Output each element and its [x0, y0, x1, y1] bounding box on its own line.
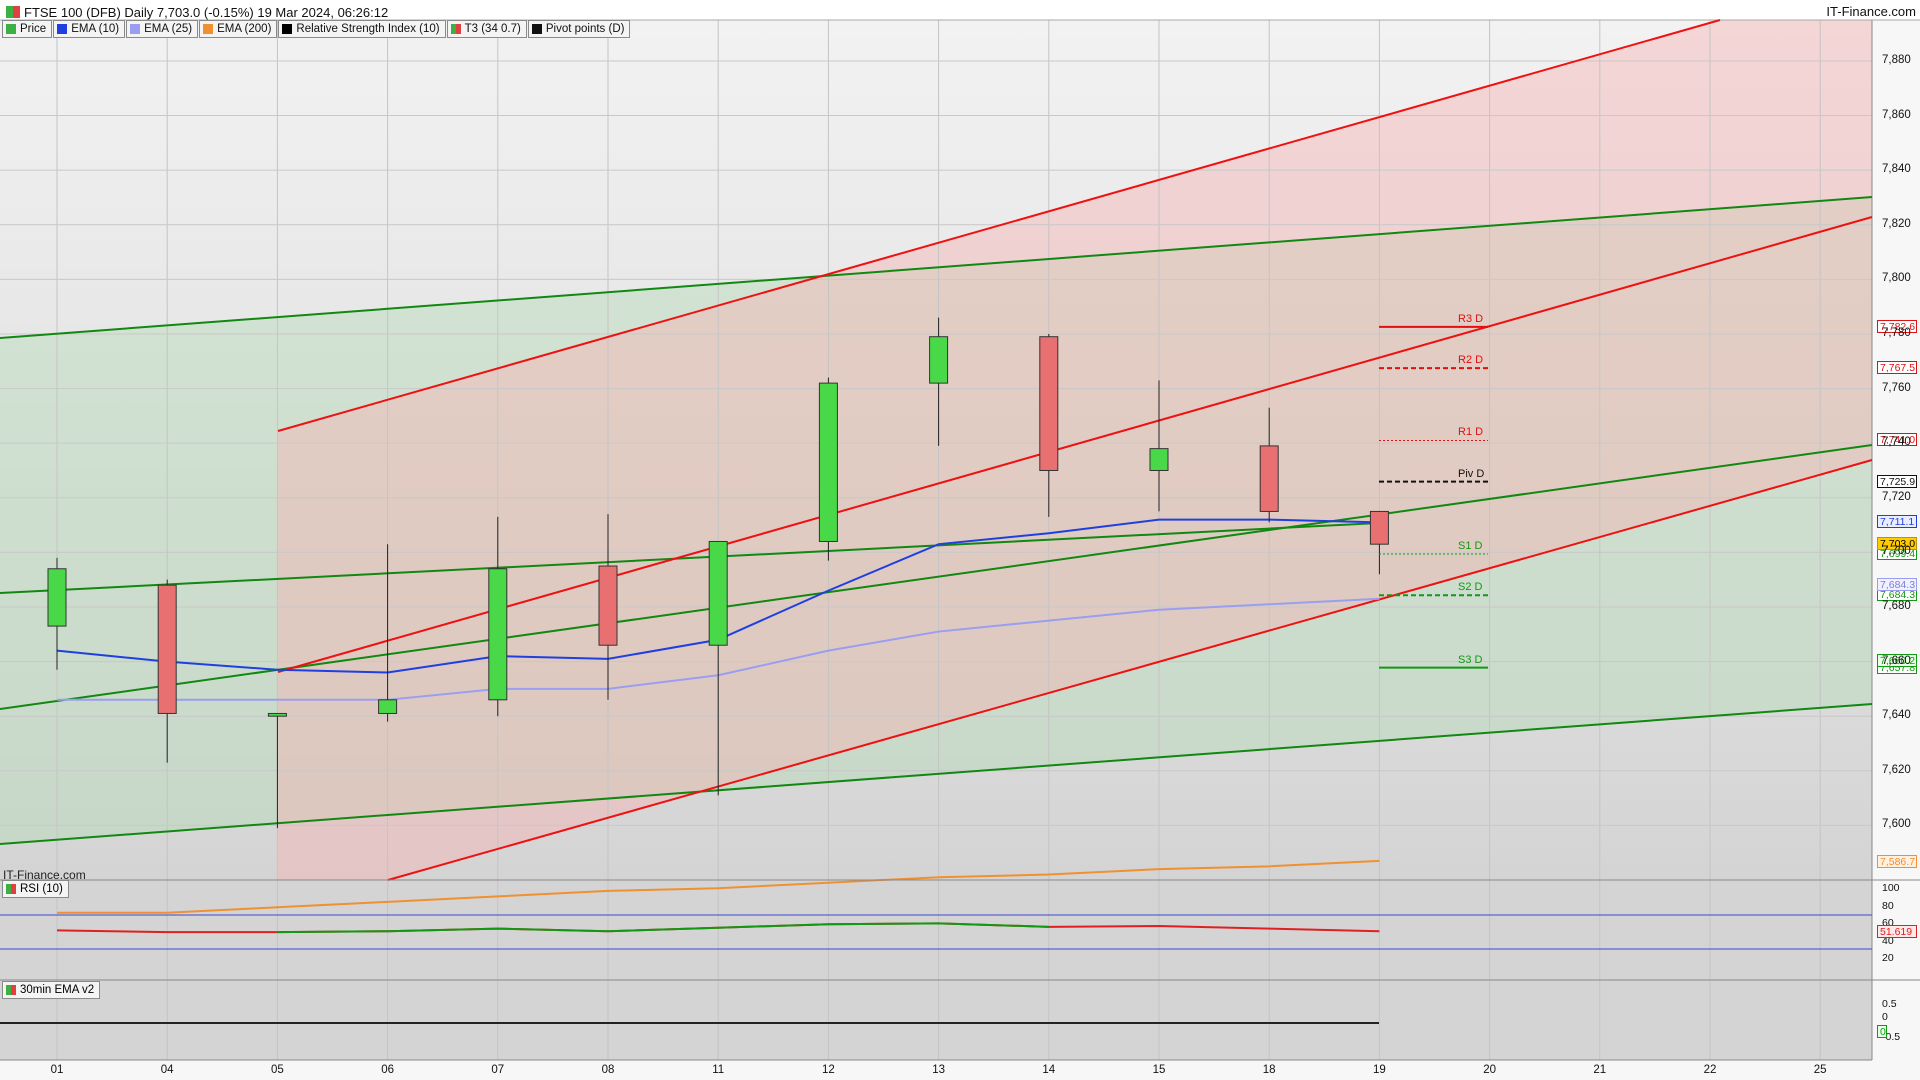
candle-up [708, 540, 728, 646]
time-axis [0, 1060, 1920, 1080]
rsi-pane-legend[interactable]: RSI (10) [2, 880, 69, 898]
ema25-badge: 7,684.3 [1877, 578, 1917, 592]
rsi-tick-label: 20 [1882, 952, 1894, 965]
date-tick-label: 20 [1483, 1064, 1496, 1076]
legend-label: Pivot points (D) [545, 23, 625, 35]
rsi-badge: 51.619 [1877, 924, 1917, 938]
price-tick-label: 7,860 [1882, 108, 1911, 121]
t3-icon [450, 24, 461, 34]
legend-label: Price [20, 23, 47, 35]
chart-canvas[interactable] [0, 0, 1920, 1080]
pivot-label: R1 D [1458, 426, 1484, 439]
date-tick-label: 08 [601, 1064, 615, 1076]
date-tick-label: 05 [270, 1064, 284, 1076]
date-tick-label: 21 [1593, 1064, 1607, 1076]
price-tick-label: 7,660 [1882, 654, 1911, 667]
date-tick-label: 22 [1703, 1064, 1717, 1076]
price-tick-label: 7,720 [1882, 490, 1911, 503]
price-tick-label: 7,620 [1882, 763, 1911, 776]
candle-up [378, 699, 398, 714]
pivot-badge: 7,725.9 [1877, 474, 1917, 488]
price-tick-label: 7,820 [1882, 217, 1911, 230]
price-tick-label: 7,680 [1882, 599, 1911, 612]
legend-item[interactable]: EMA (10) [53, 20, 126, 38]
candle-icon [6, 24, 16, 34]
date-tick-label: 25 [1813, 1064, 1827, 1076]
price-tick-label: 7,740 [1882, 436, 1911, 449]
legend-bar: Price EMA (10) EMA (25) EMA (200) Relative S… [2, 20, 631, 38]
legend-item[interactable]: Pivot points (D) [527, 20, 631, 38]
title-text: FTSE 100 (DFB) Daily 7,703.0 (-0.15%) 19… [24, 4, 389, 20]
date-tick-label: 04 [160, 1064, 174, 1076]
candle-up [929, 336, 949, 384]
candle-up [818, 382, 838, 542]
date-tick-label: 06 [381, 1064, 394, 1076]
price-tick-label: 7,840 [1882, 163, 1911, 176]
ema-pane-badge: 0 [1877, 1025, 1887, 1038]
date-tick-label: 01 [50, 1064, 64, 1076]
price-tick-label: 7,780 [1882, 326, 1911, 339]
legend-label: T3 (34 0.7) [464, 23, 521, 35]
pivot-label: R2 D [1458, 354, 1484, 367]
legend-item[interactable]: EMA (25) [126, 20, 199, 38]
pivot-label: S1 D [1458, 540, 1483, 553]
date-tick-label: 15 [1152, 1064, 1166, 1076]
legend-item[interactable]: T3 (34 0.7) [446, 20, 527, 38]
rsi-tick-label: 100 [1882, 882, 1900, 894]
price-tick-label: 7,880 [1882, 53, 1911, 66]
pivot-icon [531, 24, 542, 34]
price-tick-label: 7,640 [1882, 709, 1911, 722]
date-tick-label: 18 [1262, 1064, 1276, 1076]
candle-down [157, 584, 177, 714]
price-tick-label: 7,600 [1882, 818, 1911, 831]
price-tick-label: 7,800 [1882, 272, 1911, 285]
line-icon [57, 24, 68, 34]
brand-name: IT-Finance.com [1826, 4, 1916, 19]
rsi-icon [282, 24, 293, 34]
candle-down [1259, 445, 1279, 512]
ema-pane-legend[interactable]: 30min EMA v2 [2, 981, 101, 999]
price-tick-label: 7,760 [1882, 381, 1911, 394]
pivot-label: R3 D [1458, 312, 1484, 325]
date-tick-label: 19 [1372, 1064, 1386, 1076]
legend-label: EMA (25) [144, 23, 193, 35]
chart-title: FTSE 100 (DFB) Daily 7,703.0 (-0.15%) 19… [0, 4, 388, 20]
line-icon [130, 24, 141, 34]
legend-label: EMA (200) [217, 23, 272, 35]
pivot-label: S3 D [1458, 653, 1483, 666]
candle-down [1039, 336, 1059, 471]
candle-icon [6, 6, 20, 18]
ema-icon [6, 985, 16, 995]
ema-pane-tick-label: 0.5 [1882, 998, 1897, 1010]
legend-item[interactable]: Relative Strength Index (10) [278, 20, 446, 38]
price-tick-label: 7,700 [1882, 545, 1911, 558]
date-tick-label: 14 [1042, 1064, 1056, 1076]
legend-item[interactable]: EMA (200) [199, 20, 278, 38]
candle-up [1149, 448, 1169, 471]
ema10-badge: 7,711.1 [1877, 515, 1917, 529]
candle-down [1369, 510, 1389, 545]
pivot-label: Piv D [1458, 467, 1485, 480]
candle-up [488, 568, 508, 701]
date-tick-label: 13 [932, 1064, 945, 1076]
candle-down [598, 565, 618, 646]
rsi-tick-label: 80 [1882, 899, 1894, 912]
candle-up [267, 712, 287, 717]
rsi-icon [6, 884, 16, 894]
pivot-badge: 7,767.5 [1877, 361, 1917, 375]
rsi-pane-label: RSI (10) [20, 883, 63, 895]
chart-window: { "header": { "title": "FTSE 100 (DFB) D… [0, 0, 1920, 1080]
legend-label: Relative Strength Index (10) [296, 23, 440, 35]
ema200-badge: 7,586.7 [1877, 854, 1917, 868]
pivot-label: S2 D [1458, 581, 1483, 594]
date-tick-label: 07 [491, 1064, 505, 1076]
date-tick-label: 12 [821, 1064, 835, 1076]
candle-up [47, 568, 67, 627]
date-tick-label: 11 [712, 1064, 725, 1076]
line-icon [203, 24, 214, 34]
legend-label: EMA (10) [71, 23, 120, 35]
ema-pane-label: 30min EMA v2 [20, 984, 95, 996]
legend-item[interactable]: Price [2, 20, 53, 38]
ema-pane-tick-label: 0 [1882, 1011, 1888, 1023]
